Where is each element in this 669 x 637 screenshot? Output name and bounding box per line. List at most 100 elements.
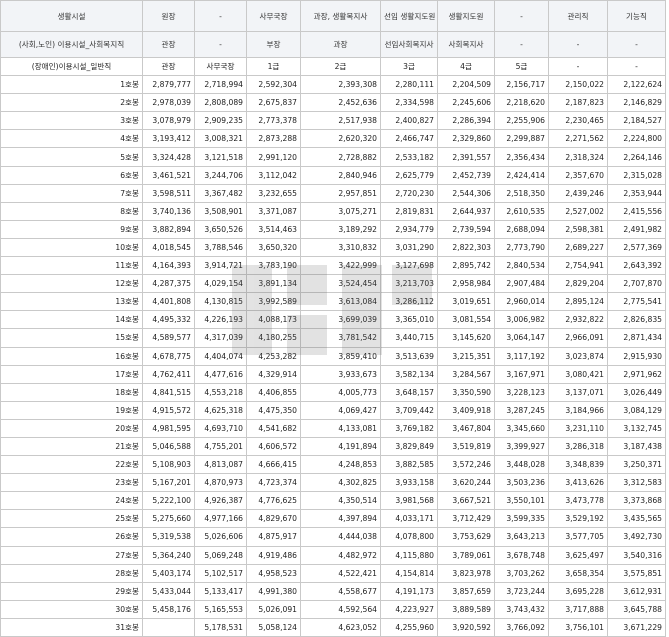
salary-cell: 4,678,775 [142, 346, 195, 366]
salary-cell: 3,882,585 [380, 455, 438, 475]
table-row: 19호봉 4,915,572 4,625,318 4,475,350 4,069,427… [0, 400, 666, 420]
salary-cell: 3,920,592 [437, 617, 495, 637]
salary-cell: 3,244,706 [194, 165, 247, 185]
salary-cell: 2,826,835 [607, 310, 666, 330]
grade-cell: 14호봉 [0, 310, 143, 330]
salary-cell: 3,324,428 [142, 147, 195, 167]
salary-cell: 4,625,318 [194, 400, 247, 420]
header-cell: 2급 [300, 56, 381, 77]
salary-cell: 4,133,081 [300, 418, 381, 438]
salary-cell: 4,397,894 [300, 509, 381, 529]
salary-cell: 2,400,827 [380, 111, 438, 131]
header-cell: 사무국장 [194, 56, 247, 77]
salary-cell: 4,223,927 [380, 599, 438, 619]
salary-cell: 3,078,979 [142, 111, 195, 131]
salary-cell: 2,329,860 [437, 129, 495, 149]
header-cell: 사무국장 [246, 0, 301, 32]
salary-cell: 3,703,262 [494, 563, 549, 583]
salary-cell: 3,461,521 [142, 165, 195, 185]
header-cell: 관장 [142, 31, 195, 58]
salary-cell: 4,926,387 [194, 491, 247, 511]
salary-cell: 4,255,960 [380, 617, 438, 637]
salary-cell: 3,658,354 [548, 563, 608, 583]
table-row: 30호봉 5,458,176 5,165,553 5,026,091 4,592,564… [0, 599, 666, 619]
salary-cell: 2,720,230 [380, 183, 438, 203]
salary-cell: 3,026,449 [607, 382, 666, 402]
salary-cell: 2,393,308 [300, 75, 381, 95]
salary-cell: 3,781,542 [300, 328, 381, 348]
salary-cell: 2,271,562 [548, 129, 608, 149]
salary-cell: 2,357,670 [548, 165, 608, 185]
grade-cell: 25호봉 [0, 509, 143, 529]
salary-cell: 5,026,606 [194, 527, 247, 547]
salary-cell: 2,808,089 [194, 93, 247, 113]
salary-cell: 2,840,534 [494, 256, 549, 276]
table-row: 16호봉 4,678,775 4,404,074 4,253,282 3,859,410… [0, 346, 666, 366]
salary-cell: 4,088,173 [246, 310, 301, 330]
salary-cell: 3,075,271 [300, 201, 381, 221]
salary-cell: 3,127,698 [380, 256, 438, 276]
header-cell: (사회,노인) 이용시설_사회복지직 [0, 31, 143, 58]
salary-cell: 4,317,039 [194, 328, 247, 348]
salary-cell: 3,857,659 [437, 581, 495, 601]
salary-cell: 2,356,434 [494, 147, 549, 167]
salary-cell: 3,992,589 [246, 292, 301, 312]
salary-cell: 2,245,606 [437, 93, 495, 113]
salary-cell: 2,452,636 [300, 93, 381, 113]
salary-cell: 2,689,227 [548, 237, 608, 258]
salary-cell: 3,373,868 [607, 491, 666, 511]
salary-cell: 4,078,800 [380, 527, 438, 547]
salary-cell: 4,762,411 [142, 364, 195, 384]
table-row: 31호봉 5,178,531 5,058,124 4,623,052 4,255,960… [0, 617, 666, 637]
salary-cell: 3,933,673 [300, 364, 381, 384]
grade-cell: 24호봉 [0, 491, 143, 511]
salary-cell: 2,675,837 [246, 93, 301, 113]
salary-cell: 3,081,554 [437, 310, 495, 330]
table-row: 5호봉 3,324,428 3,121,518 2,991,120 2,728,882 2… [0, 147, 666, 167]
table-row: 27호봉 5,364,240 5,069,248 4,919,486 4,482,972… [0, 545, 666, 565]
salary-cell: 4,130,815 [194, 292, 247, 312]
salary-cell: 5,433,044 [142, 581, 195, 601]
salary-cell: 3,671,229 [607, 617, 666, 637]
header-cell: 선임사회복지사 [380, 31, 438, 58]
header-cell: 1급 [246, 56, 301, 77]
salary-cell: 2,971,962 [607, 364, 666, 384]
salary-cell: 3,399,927 [494, 436, 549, 457]
salary-cell: 2,315,028 [607, 165, 666, 185]
salary-cell: 3,117,192 [494, 346, 549, 366]
table-row: 18호봉 4,841,515 4,553,218 4,406,855 4,005,773… [0, 382, 666, 402]
salary-cell: 3,187,438 [607, 436, 666, 457]
salary-cell: 2,819,831 [380, 201, 438, 221]
table-row: 2호봉 2,978,039 2,808,089 2,675,837 2,452,636 2… [0, 93, 666, 113]
salary-cell: 3,019,651 [437, 292, 495, 312]
salary-cell: 4,991,380 [246, 581, 301, 601]
salary-cell: 4,813,087 [194, 455, 247, 475]
salary-cell: 2,353,944 [607, 183, 666, 203]
salary-cell: 3,550,101 [494, 491, 549, 511]
salary-cell: 2,822,303 [437, 237, 495, 258]
salary-cell: 3,914,721 [194, 256, 247, 276]
salary-cell: 2,452,739 [437, 165, 495, 185]
salary-cell: 2,873,288 [246, 129, 301, 149]
salary-cell: 4,755,201 [194, 436, 247, 457]
header-cell: 기능직 [607, 0, 666, 32]
header-cell: - [194, 0, 247, 32]
salary-cell: 5,046,588 [142, 436, 195, 457]
salary-cell: 2,280,111 [380, 75, 438, 95]
salary-cell: 3,232,655 [246, 183, 301, 203]
salary-cell: 4,350,514 [300, 491, 381, 511]
salary-cell: 2,957,851 [300, 183, 381, 203]
salary-cell: 3,582,134 [380, 364, 438, 384]
salary-cell: 5,319,538 [142, 527, 195, 547]
salary-cell: 2,218,620 [494, 93, 549, 113]
salary-cell: 4,180,255 [246, 328, 301, 348]
salary-cell: 2,255,906 [494, 111, 549, 131]
salary-cell: 3,882,894 [142, 219, 195, 239]
salary-cell: 4,870,973 [194, 473, 247, 493]
table-row: 14호봉 4,495,332 4,226,193 4,088,173 3,699,039… [0, 310, 666, 330]
salary-cell: 2,840,946 [300, 165, 381, 185]
salary-cell: 2,517,938 [300, 111, 381, 131]
salary-cell: 3,121,518 [194, 147, 247, 167]
table-row: 24호봉 5,222,100 4,926,387 4,776,625 4,350,514… [0, 491, 666, 511]
table-row: 26호봉 5,319,538 5,026,606 4,875,917 4,444,038… [0, 527, 666, 547]
